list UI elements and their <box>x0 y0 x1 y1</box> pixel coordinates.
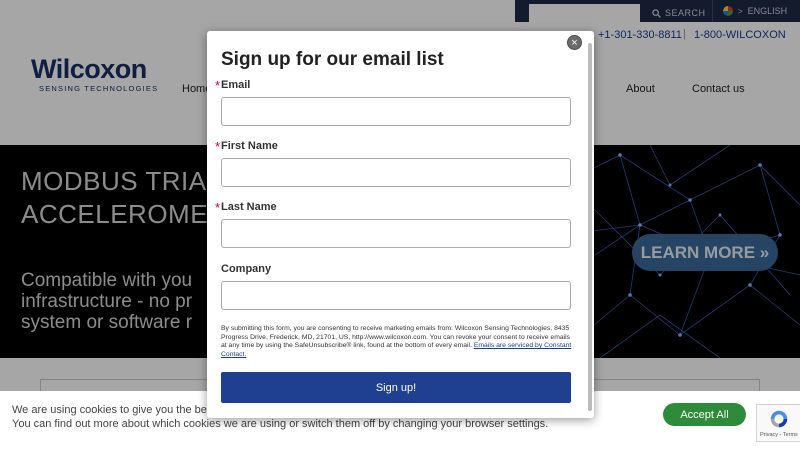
required-mark: * <box>215 78 221 93</box>
email-field[interactable] <box>221 97 571 126</box>
company-field[interactable] <box>221 281 571 310</box>
close-icon[interactable]: × <box>567 35 582 50</box>
modal-title: Sign up for our email list <box>221 49 444 70</box>
cookie-text-line1: We are using cookies to give you the bes… <box>12 404 231 416</box>
last-name-label: Last Name <box>221 201 277 213</box>
sign-up-button[interactable]: Sign up! <box>221 372 571 403</box>
modal-scrollbar[interactable] <box>588 43 592 411</box>
required-mark: * <box>215 139 221 154</box>
first-name-label: First Name <box>221 140 278 152</box>
company-label: Company <box>221 263 272 275</box>
recaptcha-icon <box>770 410 788 428</box>
recaptcha-badge[interactable]: Privacy - Terms <box>756 404 800 442</box>
recaptcha-links[interactable]: Privacy - Terms <box>760 432 798 438</box>
last-name-field[interactable] <box>221 219 571 248</box>
cookie-text-line2: You can find out more about which cookie… <box>12 418 549 430</box>
consent-text: By submitting this form, you are consent… <box>221 325 573 360</box>
email-label: Email <box>221 79 251 91</box>
email-signup-modal: × Sign up for our email list * Email * F… <box>207 31 594 418</box>
accept-all-button[interactable]: Accept All <box>663 403 746 426</box>
required-mark: * <box>215 200 221 215</box>
first-name-field[interactable] <box>221 158 571 187</box>
